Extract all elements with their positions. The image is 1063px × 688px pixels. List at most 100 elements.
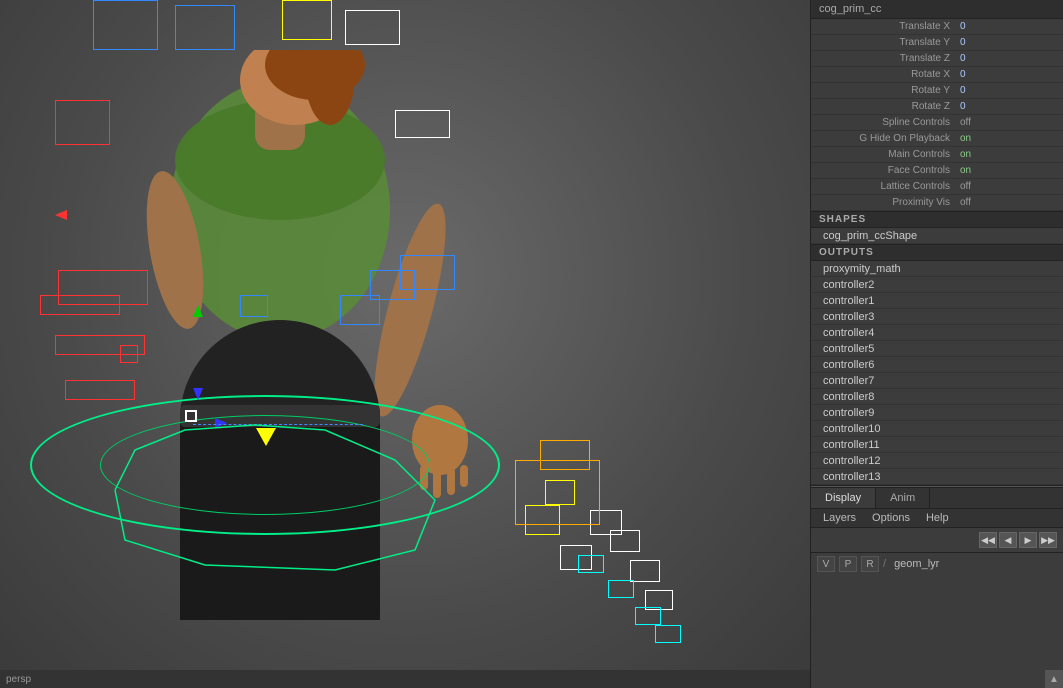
- attr-row-10[interactable]: Lattice Controlsoff: [811, 179, 1063, 195]
- layer-separator: /: [883, 558, 886, 570]
- wire-box-blue-3[interactable]: [400, 255, 455, 290]
- attr-row-1[interactable]: Translate Y0: [811, 35, 1063, 51]
- wire-box-red-6[interactable]: [120, 345, 138, 363]
- wire-box-cyan-2[interactable]: [608, 580, 634, 598]
- layer-name: geom_lyr: [890, 556, 943, 572]
- attr-label-10: Lattice Controls: [811, 181, 956, 192]
- layer-btn-v[interactable]: V: [817, 556, 835, 572]
- tabs-area: DisplayAnim LayersOptionsHelp ◀◀◀▶▶▶ VPR…: [811, 487, 1063, 575]
- attr-row-6[interactable]: Spline Controlsoff: [811, 115, 1063, 131]
- attr-row-0[interactable]: Translate X0: [811, 19, 1063, 35]
- attr-value-4[interactable]: 0: [956, 85, 1063, 96]
- attr-row-5[interactable]: Rotate Z0: [811, 99, 1063, 115]
- viewport[interactable]: persp: [0, 0, 810, 688]
- viewport-bottom-bar: persp: [0, 670, 810, 688]
- attr-row-3[interactable]: Rotate X0: [811, 67, 1063, 83]
- attr-row-9[interactable]: Face Controlson: [811, 163, 1063, 179]
- wire-box-cyan-1[interactable]: [578, 555, 604, 573]
- attr-value-1[interactable]: 0: [956, 37, 1063, 48]
- tab-bar: DisplayAnim: [811, 488, 1063, 509]
- arrow-left-handle[interactable]: [55, 210, 67, 220]
- wire-box-blue-head-1[interactable]: [93, 0, 158, 50]
- output-item-4[interactable]: controller4: [811, 325, 1063, 341]
- wire-box-red-5[interactable]: [65, 380, 135, 400]
- layer-btn-r[interactable]: R: [861, 556, 879, 572]
- tab-anim[interactable]: Anim: [876, 488, 930, 508]
- attr-label-11: Proximity Vis: [811, 197, 956, 208]
- output-item-6[interactable]: controller6: [811, 357, 1063, 373]
- attr-row-8[interactable]: Main Controlson: [811, 147, 1063, 163]
- attr-value-2[interactable]: 0: [956, 53, 1063, 64]
- attr-value-9[interactable]: on: [956, 165, 1063, 176]
- attr-row-4[interactable]: Rotate Y0: [811, 83, 1063, 99]
- attr-label-1: Translate Y: [811, 37, 956, 48]
- hip-control-svg: [55, 410, 475, 610]
- arrow-up-handle[interactable]: [193, 305, 203, 317]
- bottom-indicator: ▲: [1045, 670, 1063, 688]
- menu-item-options[interactable]: Options: [864, 509, 918, 527]
- viewport-label: persp: [6, 674, 31, 685]
- wire-box-red-1[interactable]: [55, 100, 110, 145]
- attr-row-2[interactable]: Translate Z0: [811, 51, 1063, 67]
- attr-label-0: Translate X: [811, 21, 956, 32]
- layer-icons-row: ◀◀◀▶▶▶: [811, 528, 1063, 553]
- shape-item-0[interactable]: cog_prim_ccShape: [811, 228, 1063, 244]
- title-text: cog_prim_cc: [819, 3, 881, 15]
- attr-label-9: Face Controls: [811, 165, 956, 176]
- layer-arrow-1[interactable]: ◀: [999, 532, 1017, 548]
- output-item-12[interactable]: controller12: [811, 453, 1063, 469]
- wire-box-red-3[interactable]: [40, 295, 120, 315]
- attributes-table: Translate X0Translate Y0Translate Z0Rota…: [811, 19, 1063, 211]
- output-item-0[interactable]: proxymity_math: [811, 261, 1063, 277]
- attr-value-11[interactable]: off: [956, 197, 1063, 208]
- arrow-down-handle[interactable]: [193, 388, 203, 400]
- attr-row-7[interactable]: G Hide On Playbackon: [811, 131, 1063, 147]
- layer-row: VPR / geom_lyr: [811, 553, 1063, 575]
- wire-box-orange-2[interactable]: [540, 440, 590, 470]
- layer-arrow-2[interactable]: ▶: [1019, 532, 1037, 548]
- attr-value-8[interactable]: on: [956, 149, 1063, 160]
- layer-arrow-0[interactable]: ◀◀: [979, 532, 997, 548]
- attr-value-3[interactable]: 0: [956, 69, 1063, 80]
- output-item-10[interactable]: controller10: [811, 421, 1063, 437]
- layer-btn-p[interactable]: P: [839, 556, 857, 572]
- attr-label-8: Main Controls: [811, 149, 956, 160]
- wire-box-cyan-4[interactable]: [655, 625, 681, 643]
- right-panel: cog_prim_cc Translate X0Translate Y0Tran…: [810, 0, 1063, 688]
- shapes-list: cog_prim_ccShape: [811, 228, 1063, 244]
- attr-label-3: Rotate X: [811, 69, 956, 80]
- wire-box-white-shoulder[interactable]: [395, 110, 450, 138]
- attr-value-0[interactable]: 0: [956, 21, 1063, 32]
- wire-box-white-3[interactable]: [610, 530, 640, 552]
- attr-value-7[interactable]: on: [956, 133, 1063, 144]
- wire-box-white-head[interactable]: [345, 10, 400, 45]
- output-item-11[interactable]: controller11: [811, 437, 1063, 453]
- outputs-header: OUTPUTS: [811, 244, 1063, 261]
- wire-box-cyan-3[interactable]: [635, 607, 661, 625]
- attr-label-4: Rotate Y: [811, 85, 956, 96]
- layer-arrow-3[interactable]: ▶▶: [1039, 532, 1057, 548]
- wire-box-yellow-head[interactable]: [282, 0, 332, 40]
- menu-item-layers[interactable]: Layers: [815, 509, 864, 527]
- output-item-13[interactable]: controller13: [811, 469, 1063, 485]
- wire-box-blue-head-2[interactable]: [175, 5, 235, 50]
- tab-display[interactable]: Display: [811, 488, 876, 508]
- menu-bar: LayersOptionsHelp: [811, 509, 1063, 528]
- output-item-5[interactable]: controller5: [811, 341, 1063, 357]
- attr-label-5: Rotate Z: [811, 101, 956, 112]
- wire-box-white-4[interactable]: [630, 560, 660, 582]
- output-item-7[interactable]: controller7: [811, 373, 1063, 389]
- output-item-9[interactable]: controller9: [811, 405, 1063, 421]
- output-item-1[interactable]: controller2: [811, 277, 1063, 293]
- wire-box-blue-4[interactable]: [240, 295, 268, 317]
- output-item-2[interactable]: controller1: [811, 293, 1063, 309]
- output-item-3[interactable]: controller3: [811, 309, 1063, 325]
- outputs-list: proxymity_mathcontroller2controller1cont…: [811, 261, 1063, 485]
- attr-value-10[interactable]: off: [956, 181, 1063, 192]
- menu-item-help[interactable]: Help: [918, 509, 957, 527]
- attr-row-11[interactable]: Proximity Visoff: [811, 195, 1063, 211]
- attr-value-6[interactable]: off: [956, 117, 1063, 128]
- output-item-8[interactable]: controller8: [811, 389, 1063, 405]
- attr-value-5[interactable]: 0: [956, 101, 1063, 112]
- title-bar: cog_prim_cc: [811, 0, 1063, 19]
